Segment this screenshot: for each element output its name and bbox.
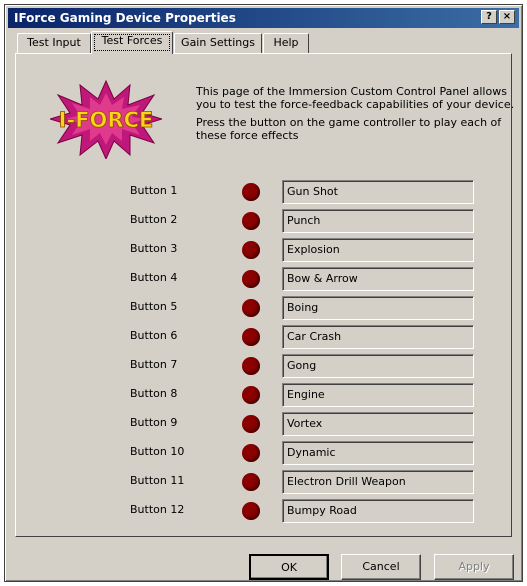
effect-row: Button 2 Punch — [16, 209, 513, 233]
tab-help[interactable]: Help — [263, 33, 309, 53]
tab-test-forces[interactable]: Test Forces — [91, 31, 173, 54]
title-bar[interactable]: IForce Gaming Device Properties ? × — [8, 8, 519, 28]
effect-row: Button 4 Bow & Arrow — [16, 267, 513, 291]
effect-name-field: Bow & Arrow — [282, 267, 474, 291]
effect-name-field: Gong — [282, 354, 474, 378]
button-label: Button 5 — [130, 300, 178, 313]
button-label: Button 2 — [130, 213, 178, 226]
window-title: IForce Gaming Device Properties — [14, 11, 236, 25]
close-button[interactable]: × — [499, 10, 515, 24]
button-label: Button 1 — [130, 184, 178, 197]
cancel-button[interactable]: Cancel — [341, 554, 421, 580]
button-indicator — [242, 473, 260, 491]
button-indicator — [242, 328, 260, 346]
effect-name-field: Electron Drill Weapon — [282, 470, 474, 494]
button-label: Button 6 — [130, 329, 178, 342]
ok-button[interactable]: OK — [249, 554, 329, 580]
effect-name-field: Explosion — [282, 238, 474, 262]
effect-row: Button 1 Gun Shot — [16, 180, 513, 204]
button-indicator — [242, 444, 260, 462]
apply-button[interactable]: Apply — [434, 554, 514, 580]
button-indicator — [242, 183, 260, 201]
effect-row: Button 3 Explosion — [16, 238, 513, 262]
effect-name-field: Engine — [282, 383, 474, 407]
description-instructions: Press the button on the game controller … — [196, 116, 502, 142]
button-label: Button 9 — [130, 416, 178, 429]
button-label: Button 12 — [130, 503, 185, 516]
effect-name-field: Dynamic — [282, 441, 474, 465]
effect-name-field: Car Crash — [282, 325, 474, 349]
button-indicator — [242, 299, 260, 317]
button-label: Button 11 — [130, 474, 185, 487]
description: This page of the Immersion Custom Contro… — [196, 85, 516, 147]
button-indicator — [242, 270, 260, 288]
effect-name-field: Gun Shot — [282, 180, 474, 204]
effect-row: Button 6 Car Crash — [16, 325, 513, 349]
button-indicator — [242, 241, 260, 259]
button-label: Button 3 — [130, 242, 178, 255]
button-indicator — [242, 357, 260, 375]
tab-test-input[interactable]: Test Input — [17, 33, 91, 53]
test-forces-panel: I-FORCE This page of the Immersion Custo… — [15, 53, 514, 537]
button-label: Button 10 — [130, 445, 185, 458]
button-label: Button 8 — [130, 387, 178, 400]
effect-name-field: Boing — [282, 296, 474, 320]
button-indicator — [242, 212, 260, 230]
effect-row: Button 12 Bumpy Road — [16, 499, 513, 523]
button-indicator — [242, 502, 260, 520]
effect-name-field: Vortex — [282, 412, 474, 436]
help-button[interactable]: ? — [481, 10, 497, 24]
effect-row: Button 9 Vortex — [16, 412, 513, 436]
button-label: Button 7 — [130, 358, 178, 371]
effect-row: Button 10 Dynamic — [16, 441, 513, 465]
button-indicator — [242, 415, 260, 433]
logo-text: I-FORCE — [59, 108, 154, 132]
properties-dialog: IForce Gaming Device Properties ? × Test… — [4, 4, 523, 582]
effect-name-field: Bumpy Road — [282, 499, 474, 523]
effect-row: Button 11 Electron Drill Weapon — [16, 470, 513, 494]
button-indicator — [242, 386, 260, 404]
tab-gain-settings[interactable]: Gain Settings — [174, 33, 262, 53]
button-label: Button 4 — [130, 271, 178, 284]
effect-row: Button 8 Engine — [16, 383, 513, 407]
effect-name-field: Punch — [282, 209, 474, 233]
effect-row: Button 7 Gong — [16, 354, 513, 378]
effect-row: Button 5 Boing — [16, 296, 513, 320]
description-intro: This page of the Immersion Custom Contro… — [196, 85, 515, 111]
iforce-logo: I-FORCE — [50, 79, 162, 159]
